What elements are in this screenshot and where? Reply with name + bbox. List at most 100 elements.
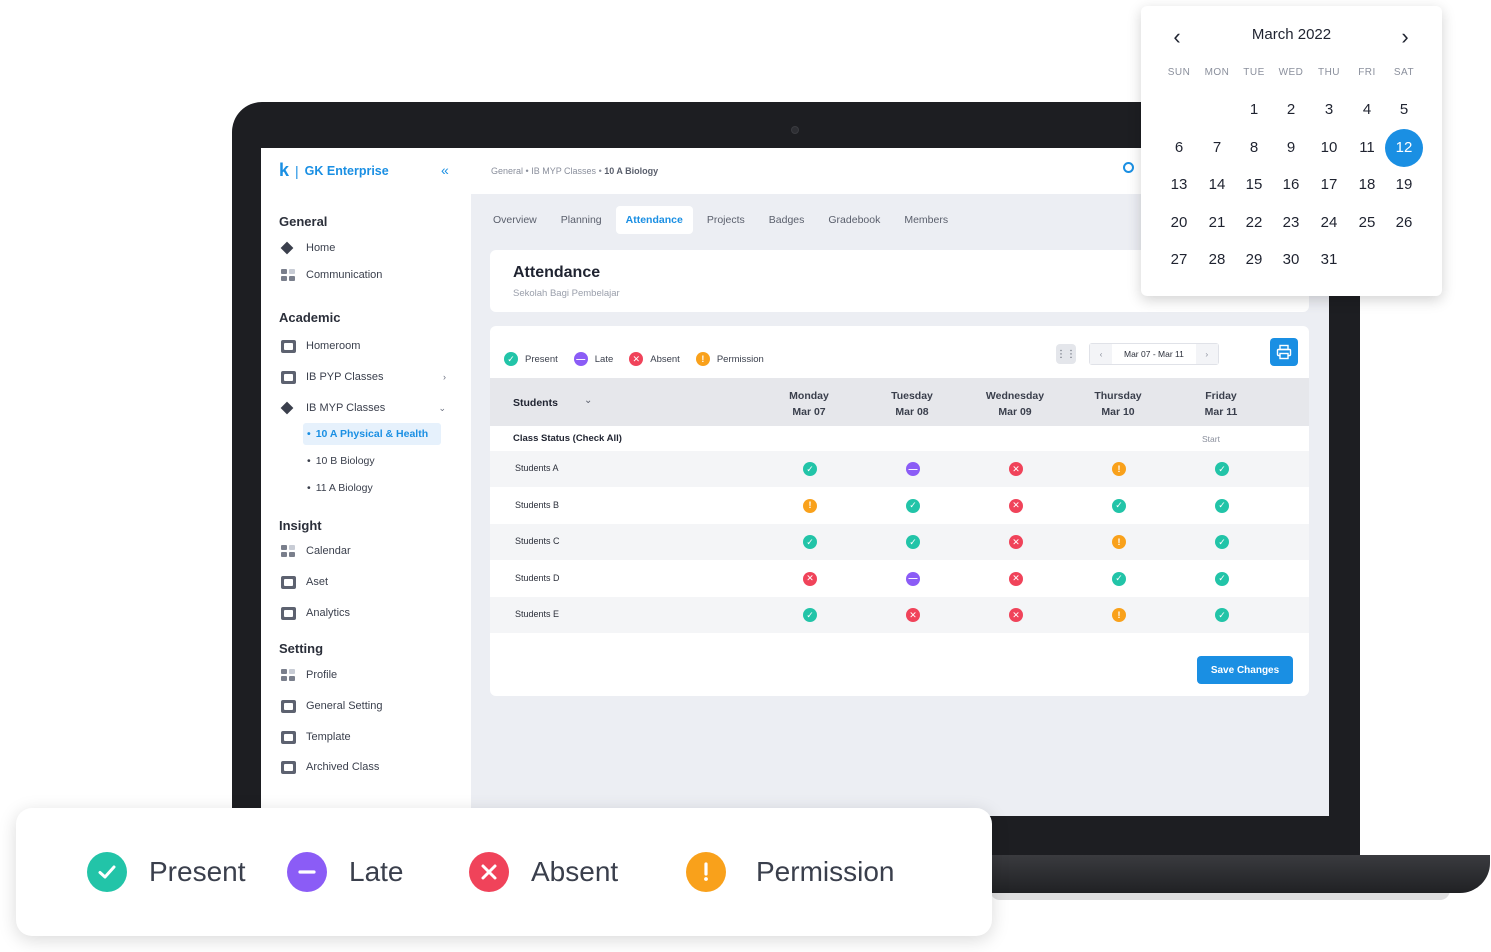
check-circle-icon[interactable]: ✓ <box>1215 498 1229 513</box>
exclamation-circle-icon[interactable]: ! <box>1112 535 1126 549</box>
exclamation-circle-icon[interactable]: ! <box>803 498 817 513</box>
sidebar-item-aset[interactable]: Aset <box>281 573 446 591</box>
check-circle-icon[interactable]: ✓ <box>803 462 817 476</box>
chevron-right-icon: › <box>443 372 446 382</box>
calendar-day[interactable]: 6 <box>1160 129 1198 167</box>
sidebar-item-communication[interactable]: Communication <box>281 266 446 284</box>
sidebar-subitem-10a-physical-health[interactable]: • 10 A Physical & Health <box>303 423 441 445</box>
calendar-day[interactable]: 26 <box>1385 204 1423 242</box>
chevron-right-icon[interactable]: › <box>1393 24 1417 50</box>
calendar-day[interactable]: 28 <box>1198 241 1236 279</box>
minus-circle-icon <box>287 852 327 892</box>
check-circle-icon[interactable]: ✓ <box>906 535 920 549</box>
tab-overview[interactable]: Overview <box>483 206 547 234</box>
chevron-right-icon[interactable]: › <box>1195 344 1218 364</box>
tab-attendance[interactable]: Attendance <box>615 206 693 234</box>
exclamation-circle-icon[interactable]: ! <box>1112 462 1126 476</box>
brand[interactable]: k | GK Enterprise <box>279 160 389 181</box>
calendar-day[interactable]: 14 <box>1198 166 1236 204</box>
sidebar-item-analytics[interactable]: Analytics <box>281 604 446 622</box>
chevron-left-icon[interactable]: ‹ <box>1090 344 1112 364</box>
check-circle-icon[interactable]: ✓ <box>1215 608 1229 622</box>
check-circle-icon[interactable]: ✓ <box>1112 498 1126 513</box>
sidebar-item-label: Communication <box>306 269 383 281</box>
check-circle-icon[interactable]: ✓ <box>803 608 817 622</box>
calendar-day[interactable]: 2 <box>1272 91 1310 129</box>
calendar-day[interactable]: 22 <box>1235 204 1273 242</box>
calendar-day[interactable]: 1 <box>1235 91 1273 129</box>
date-range-picker[interactable]: ‹ Mar 07 - Mar 11 › <box>1089 343 1219 365</box>
tab-members[interactable]: Members <box>894 206 958 234</box>
calendar-day[interactable]: 19 <box>1385 166 1423 204</box>
students-column-header[interactable]: Students <box>513 397 558 409</box>
save-changes-button[interactable]: Save Changes <box>1197 656 1293 684</box>
sidebar-item-label: IB PYP Classes <box>306 371 384 383</box>
calendar-day[interactable]: 8 <box>1235 129 1273 167</box>
class-status-check-all[interactable]: Class Status (Check All) <box>513 433 622 444</box>
calendar-day[interactable]: 4 <box>1348 91 1386 129</box>
calendar-day[interactable]: 10 <box>1310 129 1348 167</box>
check-circle-icon[interactable]: ✓ <box>1215 462 1229 476</box>
x-circle-icon[interactable]: ✕ <box>803 571 817 586</box>
chevron-down-icon[interactable]: ⌄ <box>584 395 592 406</box>
sidebar-item-homeroom[interactable]: Homeroom <box>281 337 446 355</box>
calendar-day-selected[interactable]: 12 <box>1385 128 1423 167</box>
sidebar-item-home[interactable]: Home <box>281 239 446 257</box>
search-icon[interactable] <box>1123 162 1134 173</box>
calendar-day[interactable]: 25 <box>1348 204 1386 242</box>
calendar-day[interactable]: 29 <box>1235 241 1273 279</box>
x-circle-icon[interactable]: ✕ <box>1009 535 1023 549</box>
sidebar-subitem-10b-biology[interactable]: • 10 B Biology <box>303 450 379 472</box>
calendar-day[interactable]: 13 <box>1160 166 1198 204</box>
breadcrumb-item[interactable]: IB MYP Classes <box>531 166 596 176</box>
x-circle-icon[interactable]: ✕ <box>906 608 920 622</box>
check-circle-icon[interactable]: ✓ <box>803 535 817 549</box>
tab-gradebook[interactable]: Gradebook <box>818 206 890 234</box>
x-circle-icon[interactable]: ✕ <box>1009 571 1023 586</box>
calendar-day[interactable]: 20 <box>1160 204 1198 242</box>
check-circle-icon[interactable]: ✓ <box>1112 571 1126 586</box>
exclamation-circle-icon[interactable]: ! <box>1112 608 1126 622</box>
calendar-day[interactable]: 3 <box>1310 91 1348 129</box>
calendar-day[interactable]: 7 <box>1198 129 1236 167</box>
calendar-day[interactable]: 23 <box>1272 204 1310 242</box>
calendar-day[interactable]: 15 <box>1235 166 1273 204</box>
x-circle-icon[interactable]: ✕ <box>1009 498 1023 513</box>
calendar-day[interactable]: 11 <box>1348 129 1386 167</box>
calendar-day[interactable]: 31 <box>1310 241 1348 279</box>
tab-projects[interactable]: Projects <box>697 206 755 234</box>
breadcrumb-item[interactable]: General <box>491 166 523 176</box>
calendar-day[interactable]: 18 <box>1348 166 1386 204</box>
calendar-day[interactable]: 24 <box>1310 204 1348 242</box>
x-circle-icon[interactable]: ✕ <box>1009 462 1023 476</box>
sidebar-subitem-11a-biology[interactable]: • 11 A Biology <box>303 477 377 499</box>
sidebar-item-ib-myp-classes[interactable]: IB MYP Classes ⌄ <box>281 399 446 417</box>
check-circle-icon[interactable]: ✓ <box>1215 571 1229 586</box>
calendar-day[interactable]: 21 <box>1198 204 1236 242</box>
check-circle-icon[interactable]: ✓ <box>906 498 920 513</box>
sidebar-item-calendar[interactable]: Calendar <box>281 542 446 560</box>
home-icon <box>281 242 296 255</box>
calendar-day[interactable]: 16 <box>1272 166 1310 204</box>
calendar-day[interactable]: 5 <box>1385 91 1423 129</box>
minus-circle-icon[interactable]: — <box>906 462 920 476</box>
calendar-day[interactable]: 27 <box>1160 241 1198 279</box>
x-circle-icon[interactable]: ✕ <box>1009 608 1023 622</box>
print-button[interactable] <box>1270 338 1298 366</box>
tab-planning[interactable]: Planning <box>551 206 612 234</box>
check-circle-icon[interactable]: ✓ <box>1215 535 1229 549</box>
collapse-sidebar-icon[interactable]: « <box>441 162 449 178</box>
grid-view-button[interactable]: ⋮⋮ <box>1056 344 1076 364</box>
minus-circle-icon[interactable]: — <box>906 571 920 586</box>
tab-badges[interactable]: Badges <box>759 206 815 234</box>
calendar-day[interactable]: 9 <box>1272 129 1310 167</box>
status-start-label[interactable]: Start <box>1202 434 1220 444</box>
sidebar-item-template[interactable]: Template <box>281 728 446 746</box>
exclamation-circle-icon <box>686 852 726 892</box>
sidebar-item-general-setting[interactable]: General Setting <box>281 697 446 715</box>
sidebar-item-profile[interactable]: Profile <box>281 666 446 684</box>
sidebar-item-ib-pyp-classes[interactable]: IB PYP Classes › <box>281 368 446 386</box>
calendar-day[interactable]: 30 <box>1272 241 1310 279</box>
sidebar-item-archived-class[interactable]: Archived Class <box>281 758 446 776</box>
calendar-day[interactable]: 17 <box>1310 166 1348 204</box>
